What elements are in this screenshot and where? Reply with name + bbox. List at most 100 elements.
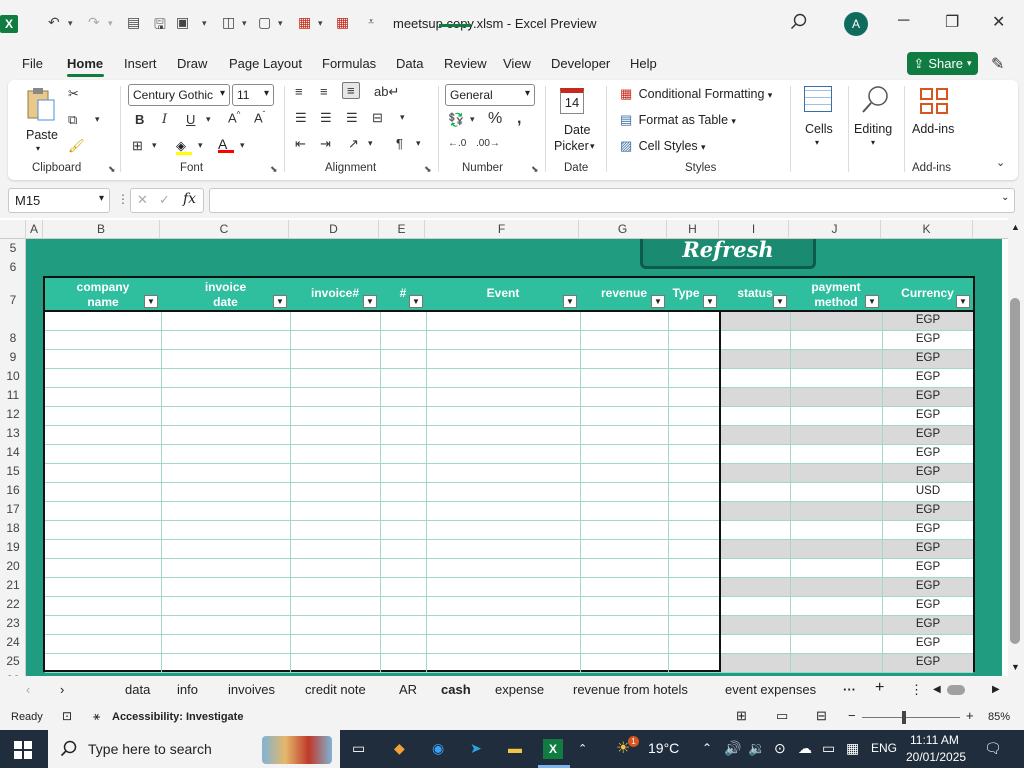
- align-center-icon[interactable]: ☰: [320, 110, 332, 126]
- redo-dropdown-icon[interactable]: ▾: [108, 18, 113, 29]
- accessibility-icon[interactable]: ⚹: [93, 709, 100, 724]
- calendar-icon[interactable]: ▦: [298, 14, 311, 31]
- column-header[interactable]: E: [379, 220, 425, 239]
- row-header[interactable]: 8: [0, 331, 26, 345]
- accessibility-status[interactable]: Accessibility: Investigate: [112, 711, 243, 723]
- orientation-dropdown-icon[interactable]: ▾: [368, 138, 373, 149]
- table-row[interactable]: EGP: [45, 540, 973, 559]
- weather-temperature[interactable]: 19°C: [648, 740, 679, 756]
- cells-button[interactable]: Cells ▾: [800, 84, 838, 154]
- tab-review[interactable]: Review: [444, 56, 487, 71]
- qat-dropdown-icon-2[interactable]: ▾: [242, 18, 247, 29]
- currency-cell[interactable]: EGP: [882, 580, 974, 592]
- task-view-icon[interactable]: ▭: [352, 740, 365, 757]
- currency-cell[interactable]: EGP: [882, 561, 974, 573]
- column-header[interactable]: F: [425, 220, 579, 239]
- sheet-tab-revenue-from-hotels[interactable]: revenue from hotels: [573, 682, 688, 697]
- decrease-font-icon[interactable]: Aˇ: [254, 110, 265, 125]
- text-box-icon[interactable]: ▢: [258, 14, 271, 31]
- row-header[interactable]: 21: [0, 578, 26, 592]
- zoom-slider-track[interactable]: [862, 717, 960, 718]
- currency-cell[interactable]: EGP: [882, 523, 974, 535]
- macro-record-icon[interactable]: ⊡: [62, 709, 72, 723]
- currency-cell[interactable]: EGP: [882, 466, 974, 478]
- currency-cell[interactable]: EGP: [882, 371, 974, 383]
- accounting-dropdown-icon[interactable]: ▾: [470, 114, 475, 125]
- battery-icon[interactable]: ▭: [822, 740, 835, 757]
- filter-dropdown-icon[interactable]: ▼: [363, 295, 377, 308]
- filter-dropdown-icon[interactable]: ▼: [773, 295, 787, 308]
- date-icon[interactable]: ▦: [336, 14, 349, 31]
- table-row[interactable]: EGP: [45, 407, 973, 426]
- cut-icon[interactable]: ✂: [68, 86, 79, 102]
- borders-dropdown-icon[interactable]: ▾: [152, 140, 157, 151]
- table-row[interactable]: EGP: [45, 502, 973, 521]
- sheet-tab-invoives[interactable]: invoives: [228, 682, 275, 697]
- currency-cell[interactable]: EGP: [882, 504, 974, 516]
- font-name-select[interactable]: Century Gothic ▾: [128, 84, 230, 106]
- search-icon[interactable]: [790, 13, 808, 31]
- clock-date[interactable]: 20/01/2025: [906, 750, 966, 764]
- notifications-icon[interactable]: 🗨: [984, 740, 1002, 757]
- table-row[interactable]: EGP: [45, 578, 973, 597]
- currency-cell[interactable]: EGP: [882, 637, 974, 649]
- normal-view-icon[interactable]: ⊞: [736, 708, 747, 724]
- row-header[interactable]: 6: [0, 260, 26, 274]
- filter-dropdown-icon[interactable]: ▼: [651, 295, 665, 308]
- refresh-button[interactable]: Refresh: [640, 239, 816, 269]
- sheet-tab-expense[interactable]: expense: [495, 682, 544, 697]
- currency-cell[interactable]: EGP: [882, 542, 974, 554]
- sheet-tab-data[interactable]: data: [125, 682, 150, 697]
- table-row[interactable]: EGP: [45, 559, 973, 578]
- column-header[interactable]: C: [160, 220, 289, 239]
- bold-icon[interactable]: B: [135, 112, 144, 127]
- customize-qat-icon[interactable]: ⩡: [368, 16, 374, 29]
- close-icon[interactable]: ✕: [992, 12, 1005, 32]
- zoom-out-icon[interactable]: −: [848, 708, 856, 723]
- row-header[interactable]: 23: [0, 616, 26, 630]
- sheet-tab-event-expenses[interactable]: event expenses: [725, 682, 816, 697]
- tab-formulas[interactable]: Formulas: [322, 56, 376, 71]
- save-icon[interactable]: 🖫: [154, 14, 166, 38]
- column-header[interactable]: G: [579, 220, 667, 239]
- merge-dropdown-icon[interactable]: ▾: [400, 112, 405, 123]
- increase-indent-icon[interactable]: ⇥: [320, 136, 331, 152]
- filter-dropdown-icon[interactable]: ▼: [703, 295, 717, 308]
- align-bottom-icon[interactable]: ≡: [342, 82, 360, 99]
- currency-cell[interactable]: EGP: [882, 599, 974, 611]
- fill-color-icon[interactable]: ◈: [176, 138, 192, 155]
- italic-icon[interactable]: I: [162, 112, 167, 127]
- qat-dropdown-icon-3[interactable]: ▾: [278, 18, 283, 29]
- table-row[interactable]: EGP: [45, 445, 973, 464]
- row-header[interactable]: 13: [0, 426, 26, 440]
- prev-sheet-icon[interactable]: ‹: [26, 682, 30, 697]
- cell-styles-button[interactable]: ▨ Cell Styles ▾: [620, 138, 706, 158]
- worksheet[interactable]: A B C D E F G H I J K 5 6 7 8 9 10 11 12 13 14…: [0, 218, 1024, 676]
- file-explorer-icon[interactable]: ▬: [508, 740, 522, 756]
- underline-dropdown-icon[interactable]: ▾: [206, 114, 211, 125]
- row-header[interactable]: 17: [0, 502, 26, 516]
- edge-icon[interactable]: ◉: [432, 740, 444, 757]
- fill-dropdown-icon[interactable]: ▾: [198, 140, 203, 151]
- expand-formula-icon[interactable]: ⌄: [1001, 192, 1009, 203]
- scroll-down-icon[interactable]: ▼: [1011, 662, 1020, 672]
- row-header[interactable]: 25: [0, 654, 26, 668]
- tab-page-layout[interactable]: Page Layout: [229, 56, 302, 71]
- excel-taskbar-icon[interactable]: X: [543, 739, 563, 759]
- font-color-dropdown-icon[interactable]: ▾: [240, 140, 245, 151]
- filter-dropdown-icon[interactable]: ▼: [956, 295, 970, 308]
- qat-dropdown-icon[interactable]: ▾: [202, 18, 207, 29]
- more-sheets-icon[interactable]: ···: [843, 682, 856, 697]
- format-painter-icon[interactable]: 🖌: [68, 138, 85, 154]
- filter-dropdown-icon[interactable]: ▼: [409, 295, 423, 308]
- insert-function-icon[interactable]: fx: [183, 191, 196, 207]
- table-row[interactable]: EGP: [45, 350, 973, 369]
- save-as-icon[interactable]: ▣: [176, 14, 189, 31]
- conditional-formatting-button[interactable]: ▦ Conditional Formatting ▾: [620, 86, 772, 106]
- row-header[interactable]: 22: [0, 597, 26, 611]
- hscroll-left-icon[interactable]: ◀: [933, 684, 941, 695]
- zoom-in-icon[interactable]: +: [966, 708, 974, 723]
- paste-button[interactable]: Paste ▾: [22, 86, 60, 156]
- align-right-icon[interactable]: ☰: [346, 110, 358, 126]
- row-header[interactable]: 20: [0, 559, 26, 573]
